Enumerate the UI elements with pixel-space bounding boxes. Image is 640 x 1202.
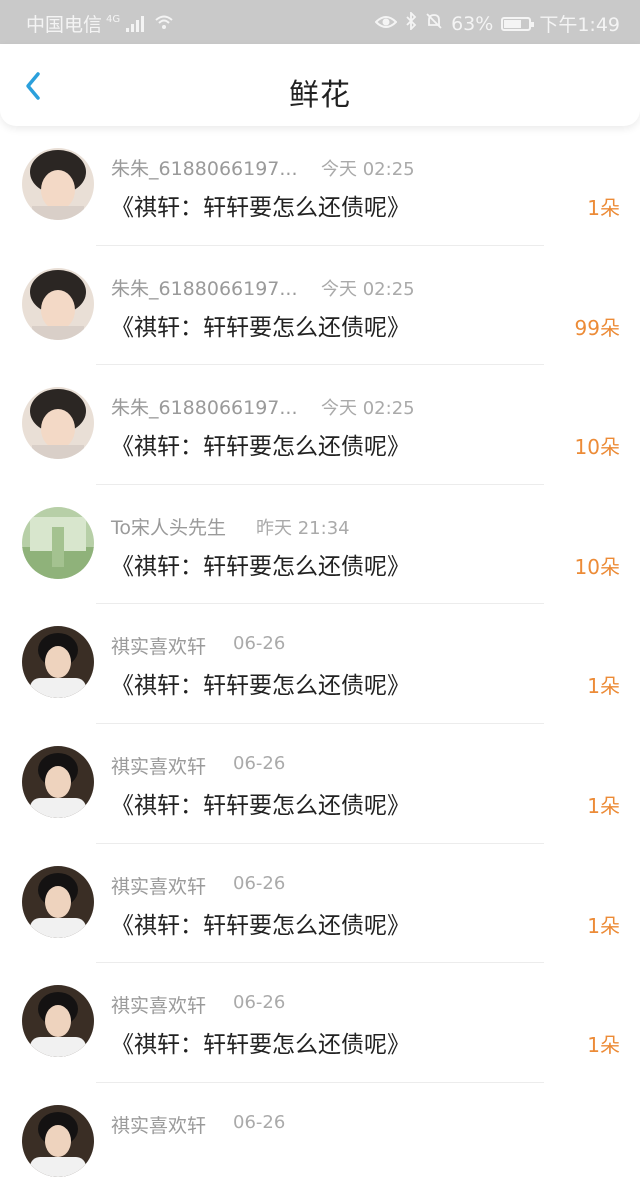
list-item[interactable]: 祺实喜欢轩 06-26 《祺轩：轩轩要怎么还债呢》 1朵 (0, 844, 640, 964)
timestamp: 今天 02:25 (321, 159, 415, 180)
list-item[interactable]: 朱朱_6188066197... 今天 02:25 《祺轩：轩轩要怎么还债呢》 … (0, 126, 640, 246)
sender-name: 朱朱_6188066197... (111, 397, 298, 420)
timestamp: 06-26 (233, 752, 286, 774)
signal-icon (126, 15, 145, 32)
sender-name: 朱朱_6188066197... (111, 158, 298, 180)
eye-icon (374, 13, 398, 35)
flower-count: 1朵 (587, 674, 620, 699)
timestamp: 今天 02:25 (321, 278, 415, 300)
page-title: 鲜花 (289, 78, 351, 113)
avatar[interactable] (22, 1104, 94, 1177)
flower-list: 朱朱_6188066197... 今天 02:25 《祺轩：轩轩要怎么还债呢》 … (0, 126, 640, 1202)
status-bar: 中国电信 4G 63% 下午1:49 (0, 0, 640, 44)
avatar[interactable] (22, 148, 94, 220)
list-item[interactable]: 祺实喜欢轩 06-26 《祺轩：轩轩要怎么还债呢》 1朵 (0, 724, 640, 844)
sender-name: 祺实喜欢轩 (111, 1114, 207, 1137)
avatar[interactable] (22, 506, 94, 579)
bluetooth-icon (405, 10, 417, 35)
battery-icon (501, 16, 535, 31)
message-title: 《祺轩：轩轩要怎么还债呢》 (111, 434, 410, 461)
flower-count: 1朵 (587, 1033, 620, 1058)
sender-name: 祺实喜欢轩 (111, 755, 207, 778)
avatar[interactable] (22, 387, 94, 460)
clock: 下午1:49 (539, 14, 620, 36)
message-title: 《祺轩：轩轩要怎么还债呢》 (111, 314, 410, 341)
avatar[interactable] (22, 267, 94, 340)
sender-name: 祺实喜欢轩 (111, 636, 207, 659)
flower-count: 10朵 (574, 554, 620, 579)
avatar[interactable] (22, 865, 94, 938)
list-item[interactable]: 祺实喜欢轩 06-26 《祺轩：轩轩要怎么还债呢》 1朵 (0, 604, 640, 724)
list-item[interactable]: To宋人头先生 昨天 21:34 《祺轩：轩轩要怎么还债呢》 10朵 (0, 485, 640, 605)
sender-name: 祺实喜欢轩 (111, 875, 207, 898)
flower-count: 1朵 (587, 913, 620, 938)
network-type: 4G (106, 14, 121, 25)
avatar[interactable] (22, 626, 94, 699)
avatar[interactable] (22, 985, 94, 1058)
timestamp: 昨天 21:34 (256, 517, 350, 539)
list-item[interactable]: 朱朱_6188066197... 今天 02:25 《祺轩：轩轩要怎么还债呢》 … (0, 246, 640, 366)
flower-count: 99朵 (574, 315, 620, 340)
timestamp: 06-26 (233, 872, 286, 894)
sender-name: 祺实喜欢轩 (111, 995, 207, 1018)
flower-count: 10朵 (574, 435, 620, 460)
list-item[interactable]: 朱朱_6188066197... 今天 02:25 《祺轩：轩轩要怎么还债呢》 … (0, 365, 640, 485)
message-title: 《祺轩：轩轩要怎么还债呢》 (111, 553, 410, 580)
message-title: 《祺轩：轩轩要怎么还债呢》 (111, 195, 410, 221)
message-title: 《祺轩：轩轩要怎么还债呢》 (111, 1032, 410, 1059)
timestamp: 今天 02:25 (321, 398, 415, 420)
flower-count: 1朵 (587, 793, 620, 818)
avatar[interactable] (22, 745, 94, 818)
sender-name: 朱朱_6188066197... (111, 277, 298, 300)
timestamp: 06-26 (233, 992, 286, 1014)
flower-count: 1朵 (587, 196, 620, 220)
timestamp: 06-26 (233, 633, 286, 655)
nav-header: 鲜花 (0, 44, 640, 126)
sender-name: To宋人头先生 (111, 516, 227, 539)
mute-bell-icon (425, 12, 443, 35)
carrier-label: 中国电信 (26, 14, 103, 36)
list-item[interactable]: 祺实喜欢轩 06-26 《祺轩：轩轩要怎么还债呢》 1朵 (0, 963, 640, 1083)
message-title: 《祺轩：轩轩要怎么还债呢》 (111, 792, 410, 819)
timestamp: 06-26 (233, 1111, 286, 1133)
wifi-icon (154, 13, 174, 35)
message-title: 《祺轩：轩轩要怎么还债呢》 (111, 673, 410, 700)
battery-percent: 63% (451, 12, 494, 35)
message-title: 《祺轩：轩轩要怎么还债呢》 (111, 912, 410, 939)
list-item[interactable]: 祺实喜欢轩 06-26 (0, 1083, 640, 1202)
